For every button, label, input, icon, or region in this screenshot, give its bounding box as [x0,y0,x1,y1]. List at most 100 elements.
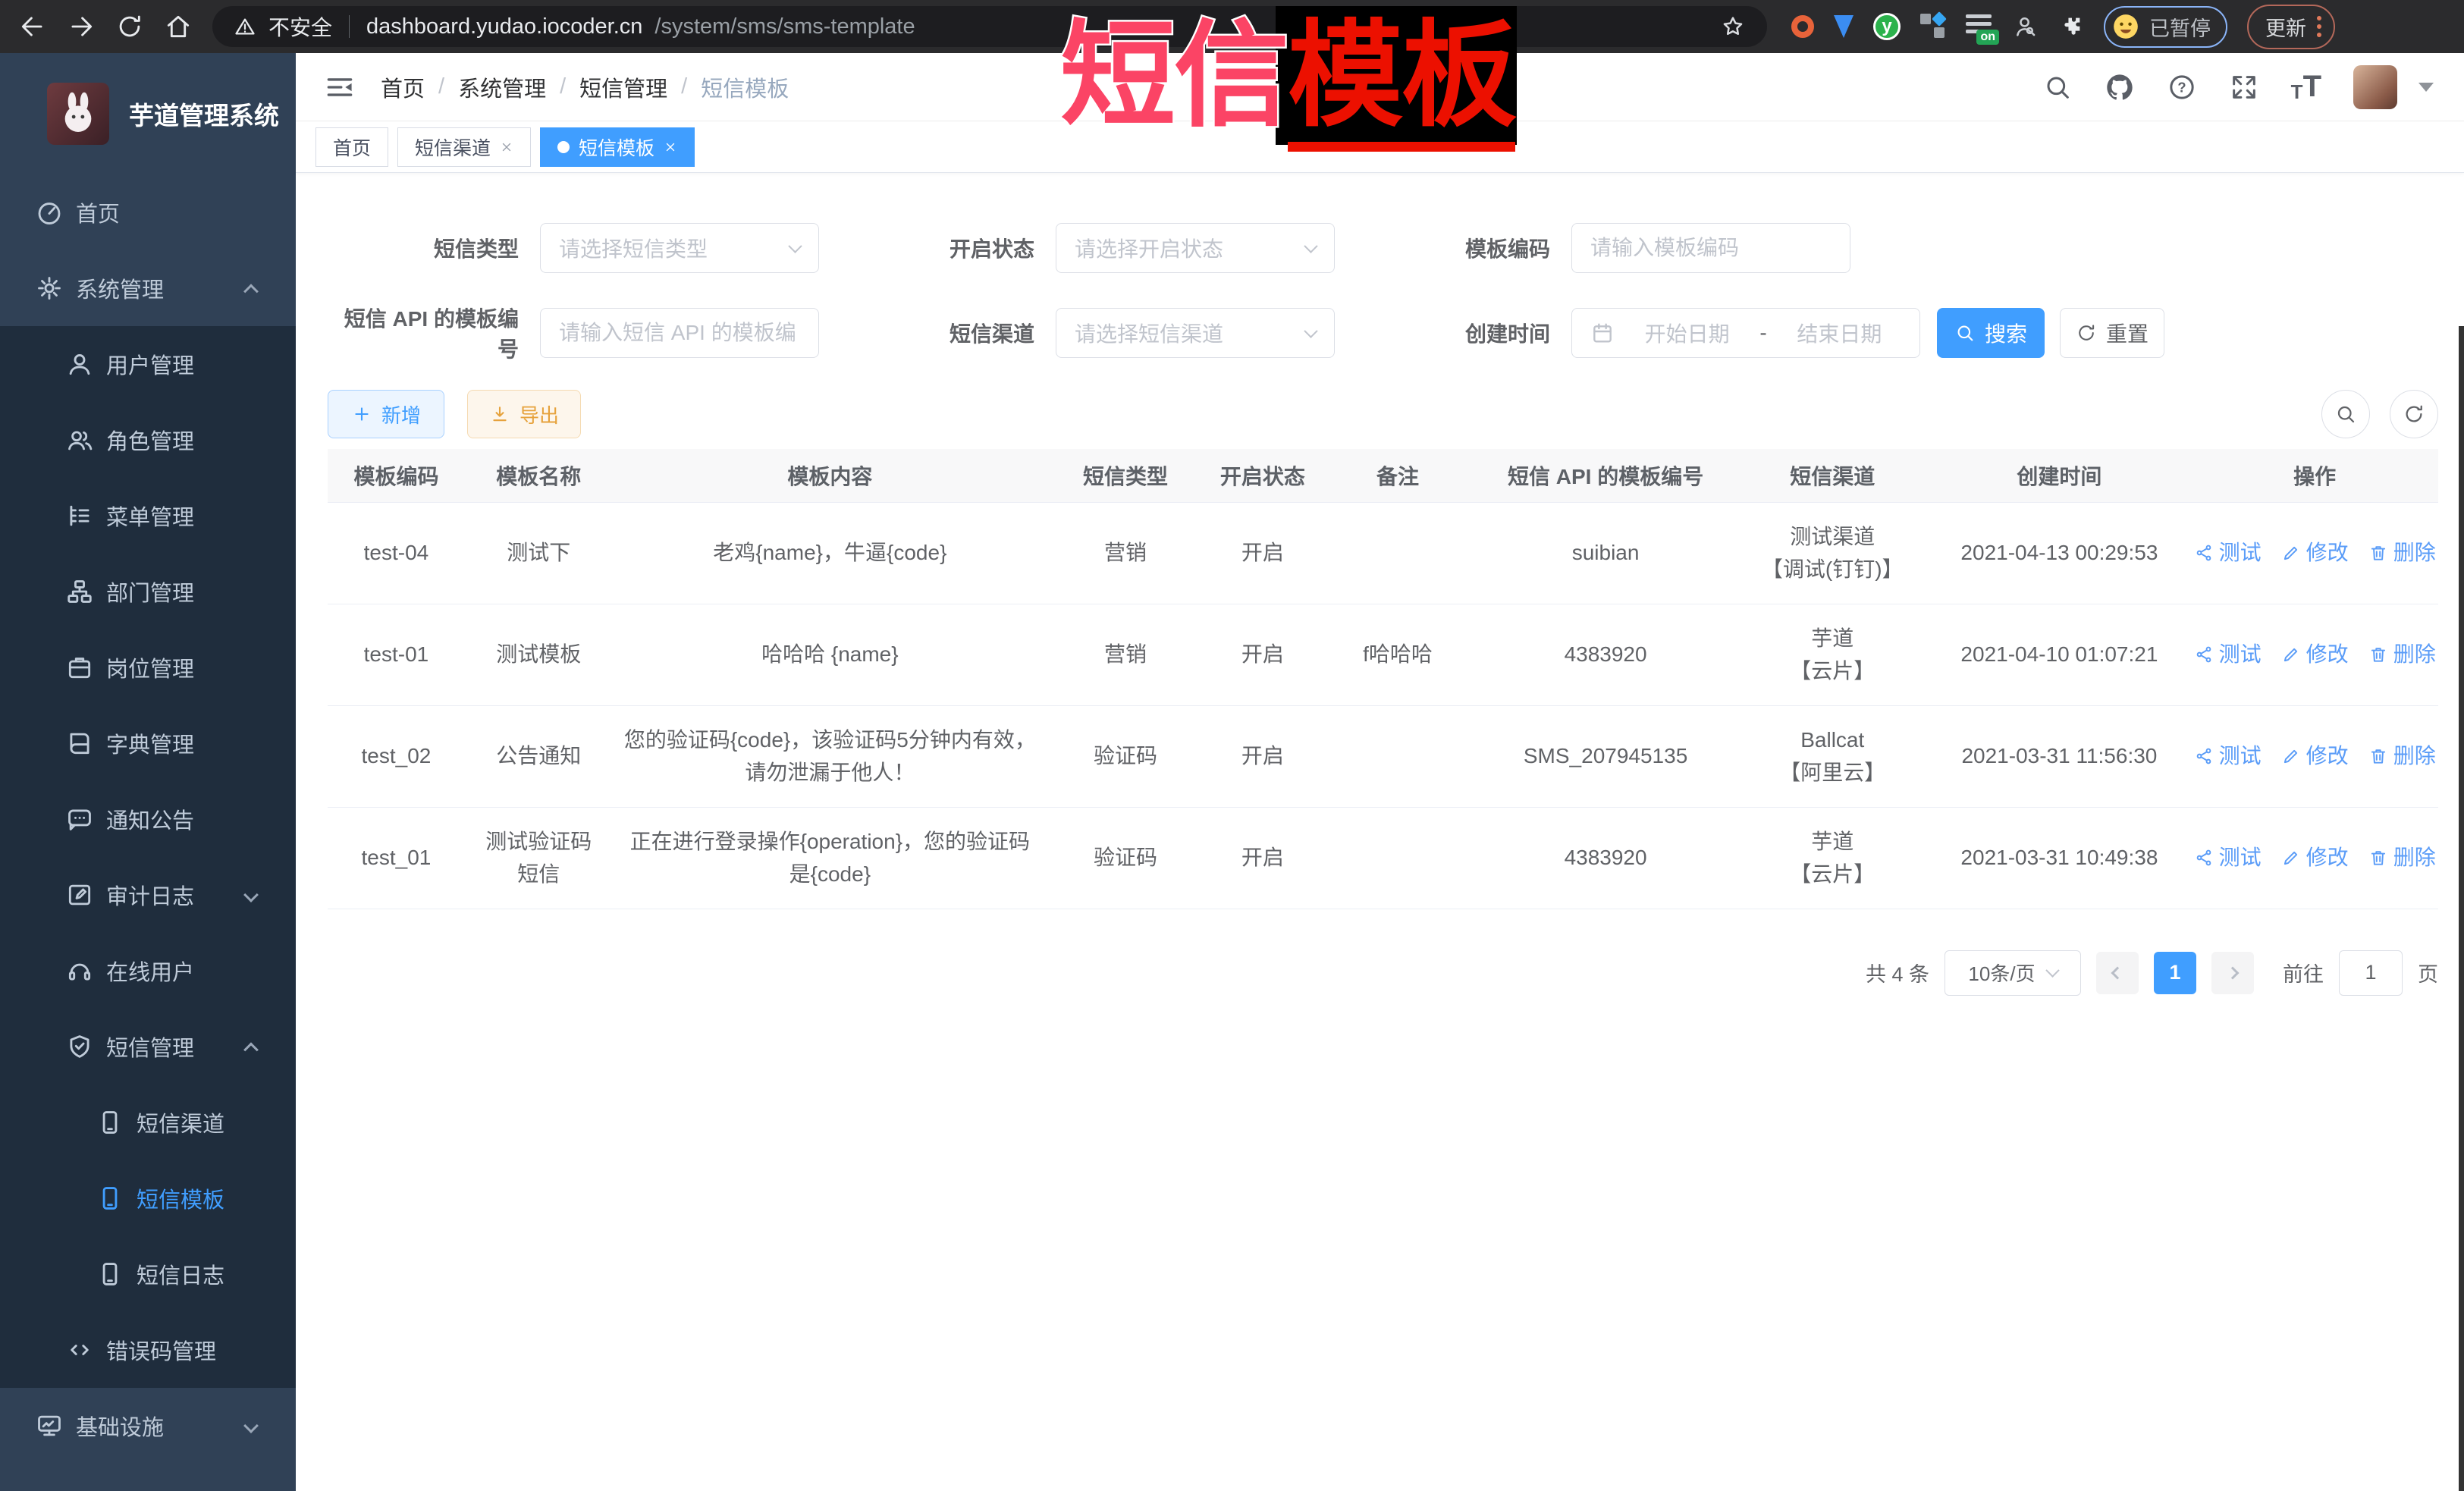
test-link[interactable]: 测试 [2194,841,2262,874]
sidebar-item-notice[interactable]: 通知公告 [0,781,296,857]
sidebar-item-sms-template[interactable]: 短信模板 [0,1160,296,1236]
edit-link[interactable]: 修改 [2281,841,2349,874]
back-icon[interactable] [18,12,47,41]
forward-icon[interactable] [67,12,96,41]
sidebar-item-role-mgmt[interactable]: 角色管理 [0,402,296,478]
tab-home[interactable]: 首页 [315,127,388,167]
extension-y-icon[interactable]: y [1873,13,1901,40]
sidebar-item-label: 岗位管理 [106,651,194,683]
sidebar-item-error-code[interactable]: 错误码管理 [0,1312,296,1388]
tab-sms-channel[interactable]: 短信渠道 [397,127,531,167]
prev-page-button[interactable] [2096,952,2139,994]
trash-icon [2368,848,2388,868]
sidebar-item-audit-log[interactable]: 审计日志 [0,857,296,933]
sidebar-item-user-mgmt[interactable]: 用户管理 [0,326,296,402]
breadcrumb-home[interactable]: 首页 [381,71,425,103]
extension-gem-icon[interactable] [1834,15,1853,38]
paused-extension-pill[interactable]: 已暂停 [2104,6,2227,48]
update-label: 更新 [2265,12,2306,42]
open-status-select[interactable]: 请选择开启状态 [1056,223,1335,273]
refresh-table-button[interactable] [2390,390,2438,438]
extension-person-icon[interactable] [2013,14,2039,39]
sidebar-item-sms-mgmt[interactable]: 短信管理 [0,1009,296,1085]
cell-name: 测试下 [465,502,613,604]
show-search-button[interactable] [2321,390,2370,438]
sidebar-item-post-mgmt[interactable]: 岗位管理 [0,629,296,705]
breadcrumb-system[interactable]: 系统管理 [458,71,546,103]
tab-sms-template[interactable]: 短信模板 [540,127,695,167]
add-button[interactable]: 新增 [328,390,444,438]
edit-link[interactable]: 修改 [2281,638,2349,670]
close-icon[interactable] [500,140,513,154]
template-code-input[interactable] [1572,224,1850,272]
sidebar-item-menu-mgmt[interactable]: 菜单管理 [0,478,296,554]
extension-ring-icon[interactable] [1791,15,1814,38]
sidebar-item-sms-log[interactable]: 短信日志 [0,1236,296,1312]
reset-button[interactable]: 重置 [2060,308,2164,358]
window-edge-scrollbar[interactable] [2459,326,2464,1491]
table-header-row: 模板编码 模板名称 模板内容 短信类型 开启状态 备注 短信 API 的模板编号… [328,449,2438,502]
sms-type-select[interactable]: 请选择短信类型 [540,223,819,273]
cell-remark [1322,807,1474,909]
end-date-placeholder[interactable]: 结束日期 [1778,318,1901,348]
font-size-icon[interactable]: TT [2291,70,2321,104]
edit-link[interactable]: 修改 [2281,739,2349,772]
cell-remark [1322,502,1474,604]
caret-down-icon[interactable] [2418,83,2434,92]
sidebar-item-online-users[interactable]: 在线用户 [0,933,296,1009]
close-icon[interactable] [664,140,677,154]
filter-create-time: 创建时间 开始日期 - 结束日期 [1359,308,1920,358]
search-icon [2334,403,2357,425]
app-logo[interactable]: 芋道管理系统 [0,53,296,174]
page-size-select[interactable]: 10条/页 [1945,950,2081,996]
sidebar-item-system-mgmt[interactable]: 系统管理 [0,250,296,326]
test-link[interactable]: 测试 [2194,739,2262,772]
collapse-sidebar-icon[interactable] [323,71,356,104]
next-page-button[interactable] [2211,952,2254,994]
export-button[interactable]: 导出 [467,390,581,438]
help-icon[interactable]: ? [2167,72,2197,102]
delete-link[interactable]: 删除 [2368,638,2436,670]
extensions-puzzle-icon[interactable] [2058,14,2084,39]
search-button[interactable]: 搜索 [1937,308,2045,358]
avatar[interactable] [2353,65,2397,109]
sidebar-item-sms-channel[interactable]: 短信渠道 [0,1085,296,1160]
sidebar-item-dict-mgmt[interactable]: 字典管理 [0,705,296,781]
extension-grid-icon[interactable] [1920,14,1946,39]
sidebar-item-home[interactable]: 首页 [0,174,296,250]
chevron-up-icon [243,1042,259,1057]
delete-link[interactable]: 删除 [2368,739,2436,772]
breadcrumb-sms[interactable]: 短信管理 [579,71,667,103]
sidebar-item-dept-mgmt[interactable]: 部门管理 [0,554,296,629]
test-link[interactable]: 测试 [2194,638,2262,670]
goto-page-input[interactable] [2339,950,2403,996]
cell-created: 2021-03-31 11:56:30 [1927,705,2191,807]
page-1-button[interactable]: 1 [2154,952,2196,994]
search-icon[interactable] [2042,72,2073,102]
url-host: dashboard.yudao.iocoder.cn [366,14,642,39]
home-icon[interactable] [164,12,193,41]
date-range-picker[interactable]: 开始日期 - 结束日期 [1571,308,1920,358]
delete-link[interactable]: 删除 [2368,841,2436,874]
org-chart-icon [65,577,94,606]
update-button[interactable]: 更新 [2247,5,2335,49]
browser-menu-icon[interactable] [2317,16,2321,37]
bookmark-star-icon[interactable] [1720,14,1746,39]
channel-select[interactable]: 请选择短信渠道 [1056,308,1335,358]
extension-list-icon[interactable]: on [1966,13,1993,40]
start-date-placeholder[interactable]: 开始日期 [1625,318,1749,348]
breadcrumb-separator: / [560,74,566,99]
test-link[interactable]: 测试 [2194,536,2262,569]
fullscreen-icon[interactable] [2229,72,2259,102]
tab-label: 短信渠道 [415,133,491,161]
sidebar-item-infrastructure[interactable]: 基础设施 [0,1388,296,1464]
reload-icon[interactable] [115,12,144,41]
github-icon[interactable] [2105,72,2135,102]
api-template-id-input[interactable] [541,309,818,357]
delete-link[interactable]: 删除 [2368,536,2436,569]
address-bar[interactable]: 不安全 dashboard.yudao.iocoder.cn/system/sm… [212,6,1767,47]
edit-link[interactable]: 修改 [2281,536,2349,569]
cell-content: 您的验证码{code}，该验证码5分钟内有效，请勿泄漏于他人！ [613,705,1047,807]
security-label[interactable]: 不安全 [268,11,332,42]
user-icon [65,350,94,378]
